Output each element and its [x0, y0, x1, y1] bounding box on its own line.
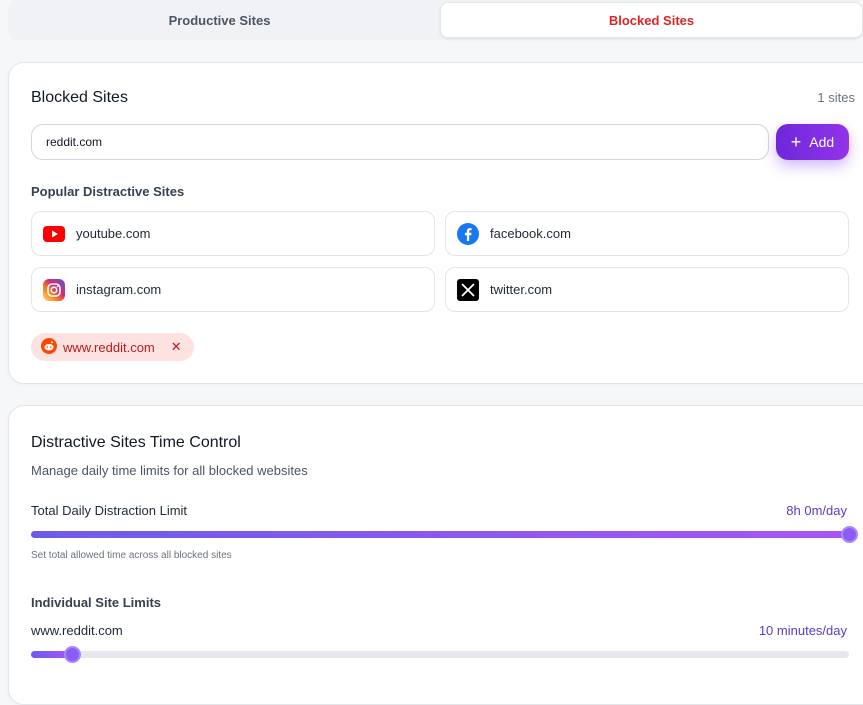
slider-thumb[interactable] [63, 646, 81, 663]
plus-icon: + [790, 132, 802, 152]
slider-fill [31, 531, 849, 538]
remove-chip-icon[interactable]: ✕ [171, 339, 182, 355]
instagram-icon [42, 278, 66, 302]
tab-bar: Productive Sites Blocked Sites [8, 0, 863, 40]
facebook-icon [456, 222, 480, 246]
reddit-icon [41, 337, 57, 357]
time-control-title: Distractive Sites Time Control [31, 434, 241, 451]
individual-limits-label: Individual Site Limits [31, 595, 162, 610]
x-twitter-icon [456, 278, 480, 302]
blocked-site-chip: www.reddit.com ✕ [31, 333, 194, 361]
popular-site-instagram[interactable]: instagram.com [31, 267, 435, 312]
total-limit-label: Total Daily Distraction Limit [31, 503, 188, 518]
chip-label: www.reddit.com [63, 339, 155, 355]
add-button-label: Add [809, 134, 835, 150]
site-label: facebook.com [490, 226, 571, 241]
time-control-subtitle: Manage daily time limits for all blocked… [31, 463, 308, 478]
total-limit-hint: Set total allowed time across all blocke… [31, 550, 232, 561]
site-limit-name: www.reddit.com [31, 623, 123, 638]
popular-site-twitter[interactable]: twitter.com [445, 267, 849, 312]
site-label: youtube.com [76, 226, 151, 241]
total-limit-slider[interactable] [31, 526, 858, 543]
site-label: instagram.com [76, 282, 162, 297]
youtube-icon [42, 222, 66, 246]
tab-productive-sites[interactable]: Productive Sites [8, 2, 431, 38]
popular-site-facebook[interactable]: facebook.com [445, 211, 849, 256]
site-limit-value: 10 minutes/day [758, 623, 847, 638]
site-label: twitter.com [490, 282, 553, 297]
total-limit-value: 8h 0m/day [786, 503, 847, 518]
site-url-input[interactable] [31, 124, 769, 160]
site-limit-slider[interactable] [31, 646, 849, 663]
add-button[interactable]: + Add [776, 124, 849, 160]
sites-count: 1 sites [817, 90, 855, 105]
slider-thumb[interactable] [841, 526, 858, 543]
time-control-card: Distractive Sites Time Control Manage da… [8, 405, 863, 705]
popular-sites-label: Popular Distractive Sites [31, 184, 185, 199]
tab-blocked-sites[interactable]: Blocked Sites [440, 2, 863, 38]
blocked-sites-card: Blocked Sites 1 sites + Add Popular Dist… [8, 62, 863, 384]
card-title: Blocked Sites [31, 89, 128, 106]
popular-site-youtube[interactable]: youtube.com [31, 211, 435, 256]
